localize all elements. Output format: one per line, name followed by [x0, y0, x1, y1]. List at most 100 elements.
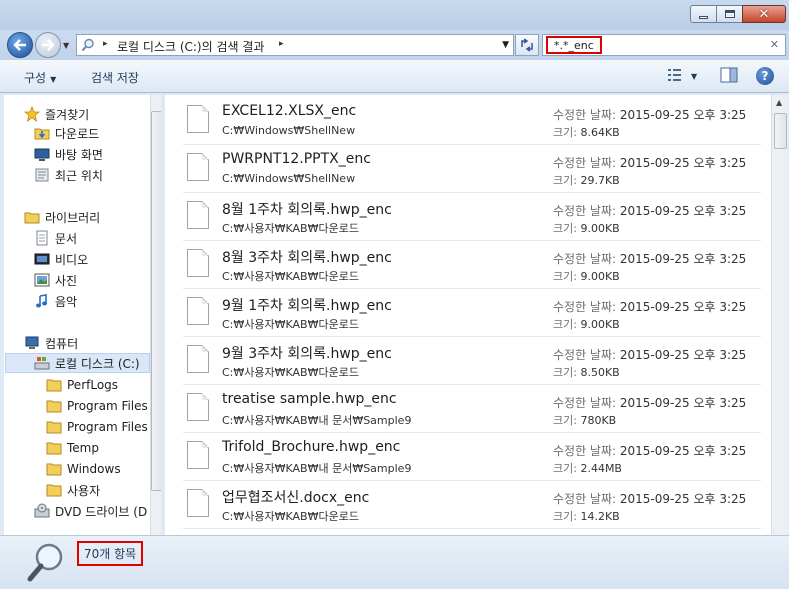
search-box[interactable]: *.*_enc ✕ — [542, 34, 786, 56]
maximize-button[interactable] — [716, 5, 742, 23]
item-count: 70개 항목 — [77, 541, 144, 566]
address-row: ▼ ▸ 로컬 디스크 (C:)의 검색 결과 ▸ ▼ *.*_enc ✕ — [0, 30, 789, 60]
result-row[interactable]: 8월 3주차 회의록.hwp_enc C:₩사용자₩KAB₩다운로드 수정한 날짜:… — [183, 243, 761, 289]
file-path: C:₩사용자₩KAB₩내 문서₩Sample9 — [222, 414, 412, 427]
nav-computer[interactable]: 컴퓨터 — [24, 333, 78, 353]
nav-folder-program-files-x86[interactable]: Program Files ( — [46, 417, 156, 437]
scroll-up-icon[interactable]: ▲ — [776, 98, 782, 107]
organize-label: 구성 — [24, 71, 47, 85]
search-query-input[interactable]: *.*_enc — [546, 36, 602, 54]
nav-item-recent-places[interactable]: 최근 위치 — [34, 165, 103, 185]
title-bar: ✕ — [0, 0, 789, 30]
address-bar[interactable]: ▸ 로컬 디스크 (C:)의 검색 결과 ▸ ▼ — [76, 34, 514, 56]
modified-date-value: 2015-09-25 오후 3:25 — [619, 300, 747, 314]
nav-item-dvd-drive[interactable]: DVD 드라이브 (D — [34, 501, 147, 521]
file-name[interactable]: Trifold_Brochure.hwp_enc — [222, 439, 400, 455]
nav-folder-temp[interactable]: Temp — [46, 438, 99, 458]
file-icon — [187, 489, 209, 517]
result-row[interactable]: EXCEL12.XLSX_enc C:₩Windows₩ShellNew 수정한 날… — [183, 99, 761, 145]
nav-folder-perflogs[interactable]: PerfLogs — [46, 375, 118, 395]
result-row[interactable]: treatise sample.hwp_enc C:₩사용자₩KAB₩내 문서₩S… — [183, 387, 761, 433]
help-icon: ? — [761, 69, 769, 83]
nav-item-downloads[interactable]: 다운로드 — [34, 123, 99, 143]
nav-item-label: 바탕 화면 — [55, 147, 103, 162]
file-name[interactable]: 8월 1주차 회의록.hwp_enc — [222, 199, 392, 219]
file-icon — [187, 393, 209, 421]
file-name[interactable]: treatise sample.hwp_enc — [222, 391, 397, 407]
breadcrumb-arrow[interactable]: ▸ — [279, 39, 284, 49]
result-row[interactable]: PWRPNT12.PPTX_enc C:₩Windows₩ShellNew 수정한 … — [183, 147, 761, 193]
libraries-icon — [24, 212, 40, 224]
modified-date: 수정한 날짜: 2015-09-25 오후 3:25 — [553, 202, 746, 219]
refresh-button[interactable] — [515, 34, 539, 56]
file-icon — [187, 249, 209, 277]
file-size: 크기: 9.00KB — [553, 268, 620, 284]
view-options-icon[interactable] — [667, 67, 683, 83]
file-icon — [187, 297, 209, 325]
file-size: 크기: 29.7KB — [553, 172, 620, 188]
file-name[interactable]: PWRPNT12.PPTX_enc — [222, 151, 371, 167]
folder-icon — [46, 421, 62, 434]
modified-date-value: 2015-09-25 오후 3:25 — [619, 348, 747, 362]
result-row[interactable]: 9월 3주차 회의록.hwp_enc C:₩사용자₩KAB₩다운로드 수정한 날짜:… — [183, 339, 761, 385]
breadcrumb-arrow[interactable]: ▸ — [103, 39, 108, 49]
nav-scrollbar-thumb[interactable] — [151, 111, 161, 491]
results-scrollbar-thumb[interactable] — [774, 113, 787, 149]
nav-folder-users[interactable]: 사용자 — [46, 480, 100, 500]
nav-folder-label: 사용자 — [67, 483, 101, 498]
nav-folder-label: Program Files ( — [67, 420, 157, 434]
back-button[interactable] — [7, 32, 33, 58]
nav-item-pictures[interactable]: 사진 — [34, 270, 77, 290]
nav-item-music[interactable]: 음악 — [34, 291, 77, 311]
file-name[interactable]: 8월 3주차 회의록.hwp_enc — [222, 247, 392, 267]
organize-button[interactable]: 구성 ▼ — [24, 69, 56, 86]
file-path: C:₩Windows₩ShellNew — [222, 124, 356, 137]
recent-pages-dropdown[interactable]: ▼ — [63, 41, 69, 50]
file-path: C:₩사용자₩KAB₩다운로드 — [222, 366, 359, 379]
file-size-value: 8.50KB — [580, 366, 620, 379]
modified-date: 수정한 날짜: 2015-09-25 오후 3:25 — [553, 394, 746, 411]
nav-libraries[interactable]: 라이브러리 — [24, 207, 100, 227]
result-row[interactable]: Trifold_Brochure.hwp_enc C:₩사용자₩KAB₩내 문서₩… — [183, 435, 761, 481]
folder-icon — [46, 442, 62, 455]
nav-item-documents[interactable]: 문서 — [34, 228, 77, 248]
save-search-button[interactable]: 검색 저장 — [91, 69, 139, 86]
folder-icon — [46, 484, 62, 497]
minimize-button[interactable] — [690, 5, 716, 23]
view-dropdown-icon[interactable]: ▼ — [691, 72, 697, 81]
modified-date-label: 수정한 날짜: — [553, 204, 617, 218]
nav-item-local-disk-c[interactable]: 로컬 디스크 (C:) — [5, 353, 150, 373]
nav-item-videos[interactable]: 비디오 — [34, 249, 88, 269]
nav-folder-windows[interactable]: Windows — [46, 459, 121, 479]
help-button[interactable]: ? — [756, 67, 774, 85]
file-name[interactable]: 9월 3주차 회의록.hwp_enc — [222, 343, 392, 363]
nav-item-label: DVD 드라이브 (D — [55, 504, 148, 519]
result-row[interactable]: 8월 1주차 회의록.hwp_enc C:₩사용자₩KAB₩다운로드 수정한 날짜:… — [183, 195, 761, 241]
file-size: 크기: 9.00KB — [553, 220, 620, 236]
file-name[interactable]: 9월 1주차 회의록.hwp_enc — [222, 295, 392, 315]
modified-date: 수정한 날짜: 2015-09-25 오후 3:25 — [553, 106, 746, 123]
documents-icon — [36, 230, 48, 246]
star-icon — [24, 106, 40, 122]
nav-folder-program-files[interactable]: Program Files — [46, 396, 148, 416]
close-button[interactable]: ✕ — [742, 5, 786, 23]
videos-icon — [34, 253, 50, 265]
file-size-value: 9.00KB — [580, 270, 620, 283]
nav-item-desktop[interactable]: 바탕 화면 — [34, 144, 103, 164]
refresh-icon — [521, 38, 533, 52]
clear-search-icon[interactable]: ✕ — [770, 38, 779, 51]
window-controls: ✕ — [690, 5, 786, 23]
file-size-label: 크기: — [553, 510, 577, 523]
modified-date: 수정한 날짜: 2015-09-25 오후 3:25 — [553, 154, 746, 171]
result-row[interactable]: 업무협조서신.docx_enc C:₩사용자₩KAB₩다운로드 수정한 날짜: 20… — [183, 483, 761, 529]
breadcrumb-location[interactable]: 로컬 디스크 (C:)의 검색 결과 — [117, 38, 264, 55]
address-history-dropdown[interactable]: ▼ — [502, 40, 509, 50]
forward-button[interactable] — [35, 32, 61, 58]
modified-date-value: 2015-09-25 오후 3:25 — [619, 492, 747, 506]
nav-favorites[interactable]: 즐겨찾기 — [24, 104, 89, 124]
results-scrollbar[interactable]: ▲ — [771, 95, 788, 535]
file-name[interactable]: 업무협조서신.docx_enc — [222, 487, 369, 507]
result-row[interactable]: 9월 1주차 회의록.hwp_enc C:₩사용자₩KAB₩다운로드 수정한 날짜:… — [183, 291, 761, 337]
preview-pane-icon[interactable] — [720, 67, 738, 83]
file-name[interactable]: EXCEL12.XLSX_enc — [222, 103, 356, 119]
